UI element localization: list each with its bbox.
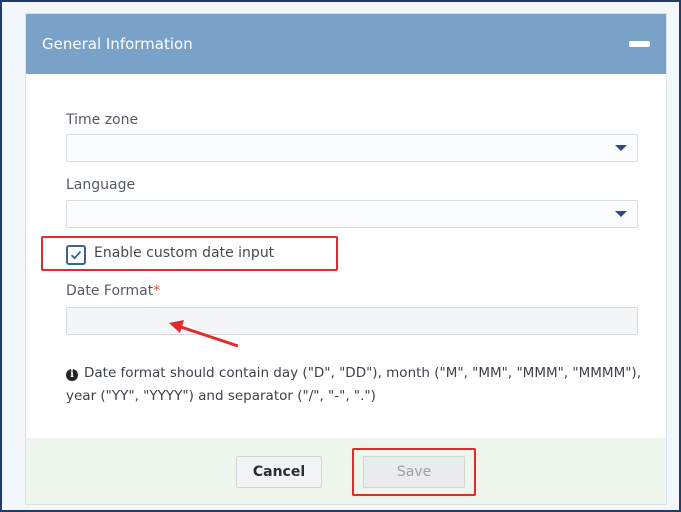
cancel-button[interactable]: Cancel <box>236 456 322 488</box>
info-text: Date format should contain day ("D", "DD… <box>66 365 641 404</box>
info-circle-icon: i <box>66 369 78 381</box>
screenshot-frame: General Information Time zone Language E… <box>0 0 681 512</box>
red-arrow-icon <box>169 320 239 348</box>
general-information-panel: General Information Time zone Language E… <box>26 14 666 504</box>
date-format-help: i Date format should contain day ("D", "D… <box>66 362 646 408</box>
save-button[interactable]: Save <box>363 456 465 488</box>
panel-footer: Cancel Save <box>26 438 666 504</box>
